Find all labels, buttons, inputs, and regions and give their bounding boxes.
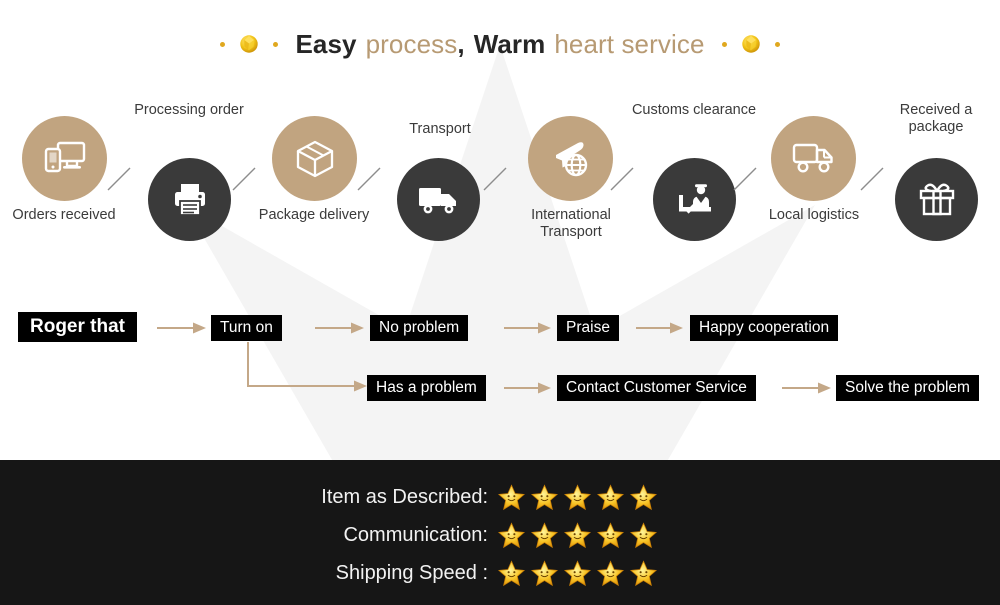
step-circle-1 [22,116,107,201]
step-label-8: Received a package [899,102,973,135]
rating-row-shipping-speed: Shipping Speed : [290,555,710,593]
rating-row-communication: Communication: [290,517,710,555]
gold-dot-icon [721,41,727,47]
step-label-2: Processing order [134,102,244,118]
title-words-heart-service: heart service [554,28,705,59]
rating-stars-communication [498,522,657,549]
flow-chip-praise[interactable]: Praise [557,315,619,341]
step-circle-6 [653,158,736,241]
title-comma: , [457,28,465,59]
flow-chip-no-problem[interactable]: No problem [370,315,469,341]
gold-gem-icon [741,35,760,53]
customs-officer-icon [678,183,711,214]
gold-smiley-star-icon [564,522,591,549]
rating-row-item-as-described: Item as Described: [290,479,710,517]
connector-4 [483,167,507,191]
gold-smiley-star-icon [630,484,657,511]
flow-chip-turn-on[interactable]: Turn on [211,315,282,341]
printer-icon [174,183,205,216]
flow-chip-solve-the-problem[interactable]: Solve the problem [836,375,979,401]
gold-smiley-star-icon [597,522,624,549]
rating-label-shipping-speed: Shipping Speed : [335,562,488,584]
step-circle-4 [397,158,480,241]
delivery-truck-outline-icon [792,143,833,173]
title-word-warm: Warm [473,28,546,59]
step-circle-2 [148,158,231,241]
flow-arrow-1 [157,322,206,334]
desktop-mobile-icon [44,141,85,172]
connector-7 [860,167,884,191]
gold-gem-icon [240,35,259,53]
rating-stars-item-as-described [498,484,657,511]
title-word-easy: Easy [295,28,357,59]
gold-dot-icon [774,41,780,47]
gift-box-icon [919,183,954,215]
step-label-6: Customs clearance [631,102,757,118]
truck-icon [418,187,456,213]
flow-arrow-2 [315,322,364,334]
promo-banner: Easy process , Warm heart service Orders… [0,0,1000,605]
rating-label-communication: Communication: [343,524,488,546]
connector-3 [357,167,381,191]
ratings-panel: Item as Described: Communication: Shippi… [0,460,1000,605]
gold-smiley-star-icon [498,522,525,549]
step-label-5: International Transport [531,207,611,240]
banner-title: Easy process , Warm heart service [0,22,1000,66]
gold-smiley-star-icon [531,522,558,549]
gold-smiley-star-icon [597,560,624,587]
flow-arrow-4 [636,322,683,334]
flow-arrow-5 [504,382,551,394]
flow-chip-contact-customer-service[interactable]: Contact Customer Service [557,375,756,401]
connector-1 [107,167,131,191]
gold-smiley-star-icon [630,560,657,587]
step-circle-8 [895,158,978,241]
step-circle-7 [771,116,856,201]
gold-smiley-star-icon [597,484,624,511]
connector-5 [610,167,634,191]
step-label-1: Orders received [12,207,116,223]
step-circle-5 [528,116,613,201]
gold-smiley-star-icon [564,560,591,587]
connector-2 [232,167,256,191]
step-label-7: Local logistics [768,207,860,223]
step-circle-3 [272,116,357,201]
gold-smiley-star-icon [531,560,558,587]
title-word-process: process [365,28,458,59]
flow-arrow-3 [504,322,551,334]
flow-chip-roger-that[interactable]: Roger that [18,312,137,342]
gold-smiley-star-icon [531,484,558,511]
rating-stars-shipping-speed [498,560,657,587]
gold-smiley-star-icon [630,522,657,549]
process-steps: Orders received Processing order Package… [0,95,1000,270]
gold-dot-icon [220,41,226,47]
flow-chip-happy-cooperation[interactable]: Happy cooperation [690,315,839,341]
step-label-3: Package delivery [258,207,370,223]
gold-smiley-star-icon [498,484,525,511]
gold-smiley-star-icon [498,560,525,587]
service-flow-chart: Roger that Turn on No problem Praise Hap… [0,290,1000,415]
airplane-globe-icon [555,141,587,176]
connector-6 [733,167,757,191]
flow-arrow-6 [782,382,831,394]
gold-dot-icon [273,41,279,47]
flow-chip-has-a-problem[interactable]: Has a problem [367,375,486,401]
rating-label-item-as-described: Item as Described: [321,486,488,508]
gold-smiley-star-icon [564,484,591,511]
flow-branch-arrow [247,342,367,392]
step-label-4: Transport [409,121,471,137]
package-box-icon [296,140,333,177]
